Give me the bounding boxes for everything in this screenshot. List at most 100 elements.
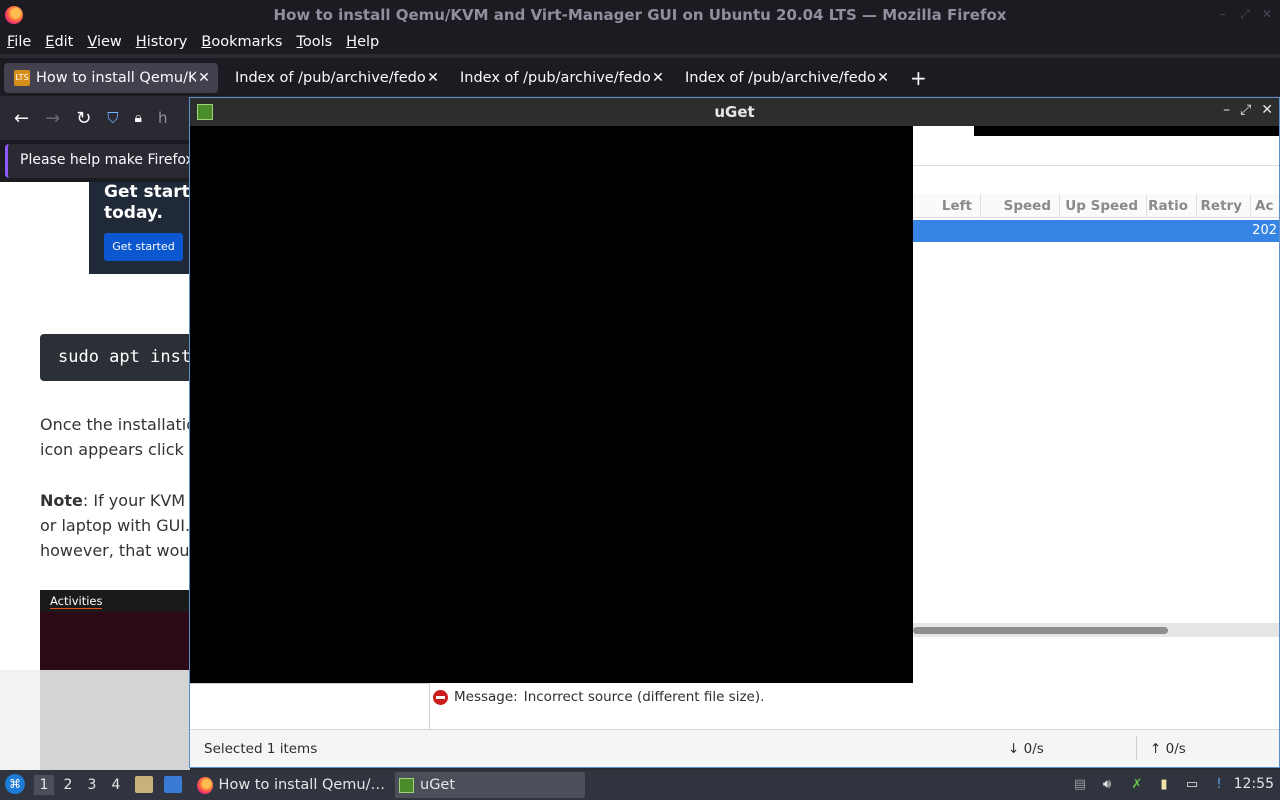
clock[interactable]: 12:55: [1234, 776, 1274, 792]
activities-label: Activities: [50, 594, 103, 609]
tab-fedora-archive-2[interactable]: Index of /pub/archive/fedora ✕: [460, 63, 670, 93]
tab-close-icon[interactable]: ✕: [650, 70, 666, 86]
promo-text: Get startedtoday.: [104, 182, 190, 223]
menu-bookmarks[interactable]: Bookmarks: [201, 34, 282, 50]
close-icon[interactable]: ✕: [1260, 7, 1274, 21]
firefox-window-controls: – ⤢ ✕: [1216, 7, 1274, 21]
firefox-icon: [197, 776, 213, 794]
tab-fedora-archive-1[interactable]: Index of /pub/archive/fedora ✕: [235, 63, 445, 93]
category-pane: [190, 683, 430, 729]
uget-window: uGet – ⤢ ✕ Left Speed Up Speed Ratio Ret…: [189, 97, 1280, 768]
column-ratio[interactable]: Ratio: [1147, 194, 1197, 217]
tab-strip: LTS How to install Qemu/KVM ✕ Index of /…: [0, 58, 1280, 96]
column-added[interactable]: Ac: [1251, 194, 1279, 217]
menu-file[interactable]: File: [7, 34, 31, 50]
updates-icon[interactable]: !: [1210, 776, 1228, 794]
tab-label: Index of /pub/archive/fedora: [685, 70, 875, 86]
shield-icon[interactable]: ⛉: [107, 109, 118, 127]
selection-status: Selected 1 items: [204, 741, 318, 757]
column-speed[interactable]: Speed: [981, 194, 1060, 217]
status-bar: Selected 1 items ↓ 0/s ↑ 0/s: [190, 729, 1279, 767]
get-started-button[interactable]: Get started: [104, 233, 183, 261]
show-desktop-icon[interactable]: [164, 776, 182, 793]
error-icon: [433, 689, 448, 705]
uget-title: uGet: [714, 103, 755, 121]
workspace-3[interactable]: 3: [82, 775, 102, 795]
taskbar: ⌘ 1 2 3 4 How to install Qemu/… uGet ▤ 🔊…: [0, 770, 1280, 800]
column-left[interactable]: Left: [913, 194, 981, 217]
menu-edit[interactable]: Edit: [45, 34, 73, 50]
tab-close-icon[interactable]: ✕: [875, 70, 891, 86]
reload-button[interactable]: ↻: [76, 108, 91, 129]
task-firefox[interactable]: How to install Qemu/…: [193, 772, 385, 798]
maximize-icon[interactable]: ⤢: [1238, 7, 1252, 21]
unrendered-area: [190, 126, 913, 683]
new-tab-button[interactable]: +: [910, 66, 927, 90]
workspace-1[interactable]: 1: [34, 775, 54, 795]
paragraph-line: or laptop with GUI.: [40, 516, 190, 535]
close-icon[interactable]: ✕: [1261, 102, 1273, 118]
task-label: How to install Qemu/…: [218, 777, 385, 793]
file-manager-icon[interactable]: [135, 776, 153, 793]
menu-bar: File Edit View History Bookmarks Tools H…: [0, 30, 1280, 54]
message-text: Incorrect source (different file size).: [523, 689, 765, 705]
article-screenshot: Activities: [40, 590, 190, 670]
navigation-bar: ← → ↻ ⛉ 🔒︎ h: [0, 96, 190, 140]
scrollbar-thumb[interactable]: [913, 627, 1168, 634]
forward-button[interactable]: →: [45, 108, 60, 129]
site-favicon-icon: LTS: [14, 70, 30, 86]
paragraph-line: however, that wou: [40, 541, 190, 560]
notification-bar: Please help make Firefox better: [0, 140, 241, 182]
network-icon[interactable]: ▭: [1183, 776, 1201, 794]
task-uget[interactable]: uGet: [395, 772, 585, 798]
clipboard-icon[interactable]: ▤: [1071, 776, 1089, 794]
uget-icon: [399, 777, 414, 793]
message-label: Message:: [454, 689, 518, 705]
code-block: sudo apt install: [40, 334, 190, 381]
tab-close-icon[interactable]: ✕: [196, 70, 212, 86]
minimize-icon[interactable]: –: [1223, 102, 1230, 118]
upload-speed: ↑ 0/s: [1150, 741, 1186, 757]
maximize-icon[interactable]: ⤢: [1240, 102, 1251, 118]
menu-history[interactable]: History: [136, 34, 188, 50]
app-menu-icon[interactable]: ⌘: [5, 774, 25, 794]
horizontal-scrollbar[interactable]: [913, 623, 1279, 637]
web-page-content: Get startedtoday. Get started sudo apt i…: [0, 182, 190, 770]
tab-label: Index of /pub/archive/fedora: [235, 70, 425, 86]
url-bar[interactable]: h: [158, 109, 168, 127]
workspace-4[interactable]: 4: [106, 775, 126, 795]
download-list-header: Left Speed Up Speed Ratio Retry Ac: [913, 194, 1279, 218]
menu-view[interactable]: View: [87, 34, 121, 50]
toolbar-strip: [974, 126, 1279, 136]
tab-fedora-archive-3[interactable]: Index of /pub/archive/fedora ✕: [685, 63, 895, 93]
tab-qemu-kvm[interactable]: LTS How to install Qemu/KVM ✕: [4, 63, 218, 93]
firefox-titlebar: How to install Qemu/KVM and Virt-Manager…: [0, 0, 1280, 30]
message-line: Message: Incorrect source (different fil…: [433, 689, 764, 705]
uget-tray-icon[interactable]: ✗: [1128, 776, 1146, 794]
back-button[interactable]: ←: [14, 108, 29, 129]
window-title: How to install Qemu/KVM and Virt-Manager…: [273, 6, 1007, 24]
menu-tools[interactable]: Tools: [296, 34, 332, 50]
tab-close-icon[interactable]: ✕: [425, 70, 441, 86]
uget-titlebar: uGet – ⤢ ✕: [190, 98, 1279, 126]
lock-icon[interactable]: 🔒︎: [135, 110, 142, 126]
column-retry[interactable]: Retry: [1197, 194, 1251, 217]
notes-icon[interactable]: ▮: [1155, 776, 1173, 794]
paragraph-line: Once the installation: [40, 415, 190, 434]
minimize-icon[interactable]: –: [1216, 7, 1230, 21]
workspace-2[interactable]: 2: [58, 775, 78, 795]
paragraph-line: icon appears click t: [40, 440, 190, 459]
promo-banner: Get startedtoday. Get started: [89, 182, 190, 274]
table-row[interactable]: 202: [913, 220, 1279, 242]
uget-window-controls: – ⤢ ✕: [1223, 102, 1273, 118]
tab-label: Index of /pub/archive/fedora: [460, 70, 650, 86]
tab-label: How to install Qemu/KVM: [36, 70, 196, 86]
volume-icon[interactable]: 🔊︎: [1098, 776, 1116, 794]
column-up-speed[interactable]: Up Speed: [1060, 194, 1147, 217]
note-paragraph: Note: If your KVM i: [40, 491, 190, 510]
note-label: Note: [40, 491, 83, 510]
menu-help[interactable]: Help: [346, 34, 379, 50]
task-label: uGet: [420, 777, 456, 793]
download-speed: ↓ 0/s: [1008, 741, 1044, 757]
page-bottom-area: [0, 670, 190, 770]
